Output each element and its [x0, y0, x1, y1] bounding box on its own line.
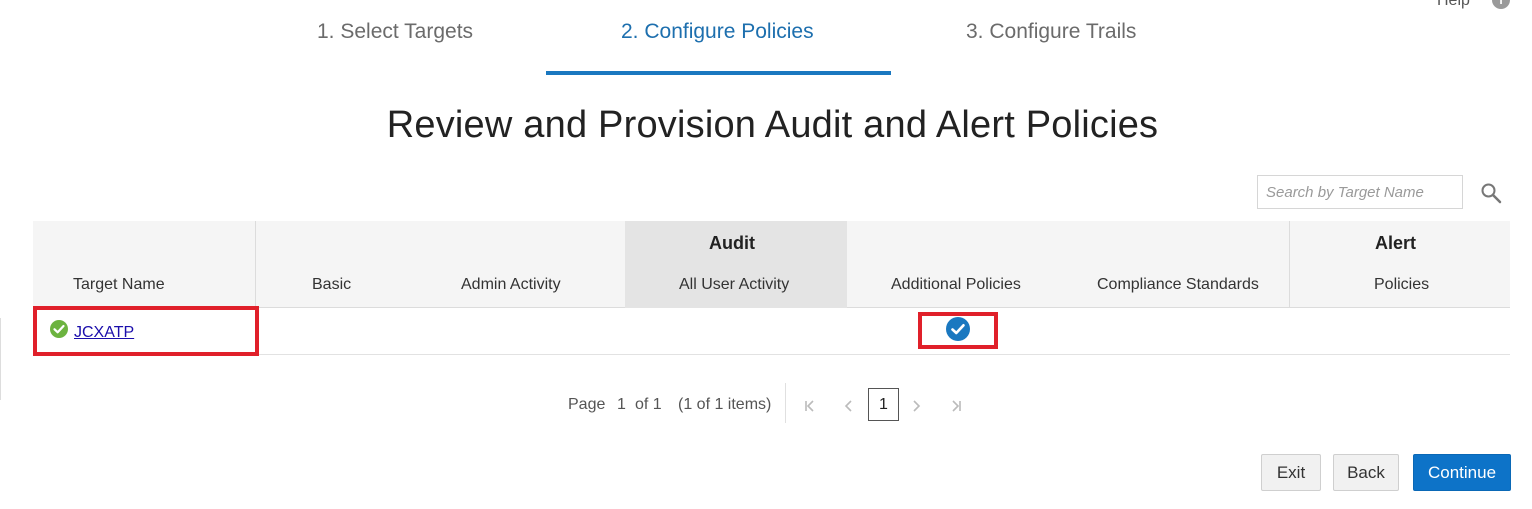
column-divider [1289, 221, 1290, 308]
search-input[interactable] [1257, 175, 1463, 209]
current-page-value: 1 [617, 396, 626, 413]
active-step-indicator [546, 71, 891, 75]
column-basic[interactable]: Basic [312, 276, 351, 294]
help-link[interactable]: Help [1437, 0, 1470, 10]
column-target-name[interactable]: Target Name [73, 276, 165, 294]
column-divider [255, 221, 256, 308]
previous-page-icon[interactable] [842, 398, 854, 414]
target-name-highlight [33, 306, 259, 356]
continue-button[interactable]: Continue [1413, 454, 1511, 491]
step-configure-policies[interactable]: 2. Configure Policies [621, 20, 814, 44]
alert-group-header: Alert [1375, 233, 1417, 253]
column-all-user-activity[interactable]: All User Activity [679, 276, 789, 294]
page-total: of 1 [635, 396, 662, 413]
next-page-icon[interactable] [911, 398, 923, 414]
column-compliance-standards[interactable]: Compliance Standards [1097, 276, 1259, 294]
left-edge-border [0, 318, 1, 400]
help-icon[interactable]: i [1492, 0, 1510, 9]
search-icon[interactable] [1480, 182, 1502, 204]
pagination-divider [785, 383, 786, 423]
page-number-button[interactable]: 1 [868, 388, 899, 421]
page-title: Review and Provision Audit and Alert Pol… [386, 104, 1159, 146]
step-select-targets[interactable]: 1. Select Targets [317, 20, 473, 44]
column-admin-activity[interactable]: Admin Activity [461, 276, 561, 294]
step-configure-trails[interactable]: 3. Configure Trails [966, 20, 1136, 44]
column-policies[interactable]: Policies [1374, 276, 1429, 294]
column-additional-policies[interactable]: Additional Policies [891, 276, 1021, 294]
first-page-icon[interactable] [803, 398, 817, 414]
audit-group-header: Audit [709, 233, 755, 253]
table-header: Audit Alert Target Name Basic Admin Acti… [33, 221, 1510, 308]
items-count: (1 of 1 items) [678, 396, 772, 413]
back-button[interactable]: Back [1333, 454, 1399, 491]
exit-button[interactable]: Exit [1261, 454, 1321, 491]
last-page-icon[interactable] [949, 398, 963, 414]
additional-policies-highlight [918, 312, 998, 349]
page-label: Page [568, 396, 606, 413]
